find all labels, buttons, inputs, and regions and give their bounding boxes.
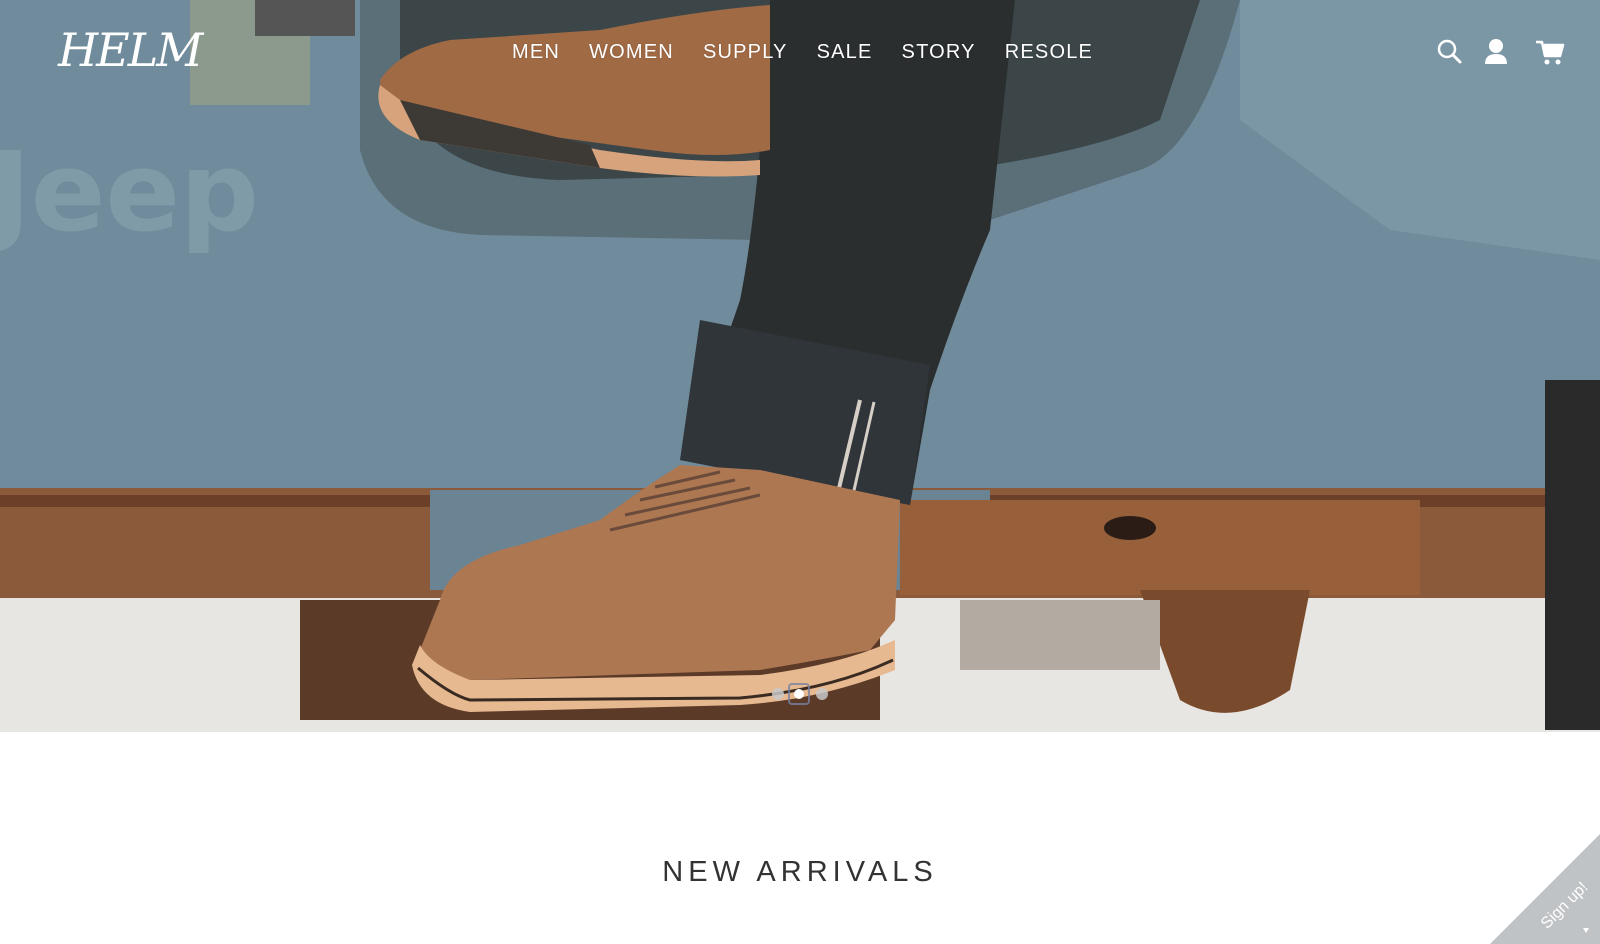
carousel-dots (768, 683, 830, 705)
carousel-dot-2[interactable] (788, 683, 810, 705)
hero-image: Jeep (0, 0, 1600, 732)
carousel-dot-3[interactable] (816, 688, 828, 700)
logo-text: HELM (58, 23, 203, 77)
nav-item-resole[interactable]: RESOLE (1005, 38, 1093, 66)
nav-item-men[interactable]: MEN (512, 38, 560, 66)
site-header: HELM MEN WOMEN SUPPLY SALE STORY RESOLE (0, 0, 1600, 104)
signup-tab[interactable]: Sign up! (1490, 834, 1600, 944)
hero-banner: Jeep HELM MEN WOMEN SUPPLY SALE STORY RE… (0, 0, 1600, 732)
helm-logo[interactable]: HELM (58, 14, 203, 84)
search-icon[interactable] (1434, 36, 1466, 68)
account-icon[interactable] (1480, 36, 1512, 68)
nav-item-women[interactable]: WOMEN (589, 38, 674, 66)
carousel-dot-1[interactable] (772, 688, 784, 700)
cart-icon[interactable] (1534, 36, 1566, 68)
main-nav: MEN WOMEN SUPPLY SALE STORY RESOLE (512, 38, 1122, 66)
nav-item-story[interactable]: STORY (902, 38, 976, 66)
nav-item-sale[interactable]: SALE (817, 38, 873, 66)
svg-text:Jeep: Jeep (0, 128, 259, 256)
new-arrivals-title: NEW ARRIVALS (662, 856, 938, 888)
nav-item-supply[interactable]: SUPPLY (703, 38, 788, 66)
